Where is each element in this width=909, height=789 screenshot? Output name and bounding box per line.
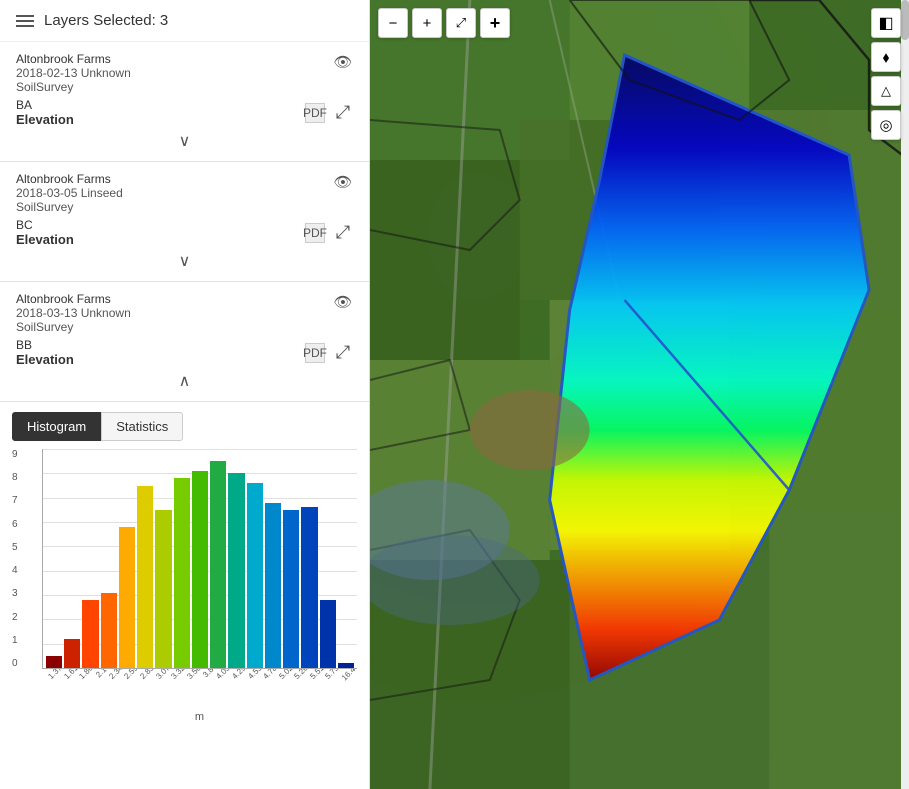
layer-stack-button[interactable]: ⬧ (871, 42, 901, 72)
add-button[interactable]: + (480, 8, 510, 38)
y-label-4: 4 (12, 565, 18, 576)
y-label-6: 6 (12, 519, 18, 530)
layer-label-1: Elevation (16, 112, 74, 127)
bar-13[interactable] (283, 510, 299, 668)
bar-8[interactable] (192, 471, 208, 668)
field-id-3: BB (16, 338, 74, 352)
bar-3[interactable] (101, 593, 117, 668)
field-id-1: BA (16, 98, 74, 112)
y-label-7: 7 (12, 495, 18, 506)
statistics-tab[interactable]: Statistics (101, 412, 183, 441)
y-label-5: 5 (12, 542, 18, 553)
x-axis-unit: m (42, 711, 357, 727)
farm-name-2: Altonbrook Farms (16, 172, 123, 186)
bar-4[interactable] (119, 527, 135, 668)
map-controls-right: ◧ ⬧ △ ◎ (871, 8, 901, 140)
farm-name-3: Altonbrook Farms (16, 292, 131, 306)
layer-date-1: 2018-02-13 Unknown (16, 66, 131, 80)
bar-7[interactable] (174, 478, 190, 668)
fullscreen-button[interactable]: ⤢ (446, 8, 476, 38)
left-panel: Layers Selected: 3 Altonbrook Farms 2018… (0, 0, 370, 789)
zoom-out-button[interactable]: − (378, 8, 408, 38)
expand-icon-2[interactable]: ⤢ (333, 223, 353, 243)
panel-header: Layers Selected: 3 (0, 0, 369, 42)
layer-label-2: Elevation (16, 232, 74, 247)
chevron-down-icon-2[interactable]: ∨ (179, 251, 191, 271)
y-label-8: 8 (12, 472, 18, 483)
bar-9[interactable] (210, 461, 226, 668)
map-panel: − + ⤢ + ◧ ⬧ △ ◎ (370, 0, 909, 789)
y-label-1: 1 (12, 635, 18, 646)
layer-survey-3: SoilSurvey (16, 320, 131, 334)
layer-date-2: 2018-03-05 Linseed (16, 186, 123, 200)
pdf-icon-2[interactable]: PDF (305, 223, 325, 243)
layers-button[interactable]: ◧ (871, 8, 901, 38)
field-id-2: BC (16, 218, 74, 232)
y-label-2: 2 (12, 612, 18, 623)
visibility-icon-2[interactable]: 👁 (333, 172, 353, 192)
scroll-bar (901, 0, 909, 789)
bar-0[interactable] (46, 656, 62, 668)
bar-14[interactable] (301, 507, 317, 668)
zoom-in-button[interactable]: + (412, 8, 442, 38)
elevation-button[interactable]: △ (871, 76, 901, 106)
bar-11[interactable] (247, 483, 263, 668)
layer-survey-1: SoilSurvey (16, 80, 131, 94)
location-button[interactable]: ◎ (871, 110, 901, 140)
bar-2[interactable] (82, 600, 98, 668)
farm-name-1: Altonbrook Farms (16, 52, 131, 66)
histogram-area: 0 1 2 3 4 5 6 7 8 9 1.371.611.862.12.342… (0, 441, 369, 789)
y-label-9: 9 (12, 449, 18, 460)
bar-5[interactable] (137, 486, 153, 669)
bar-10[interactable] (228, 473, 244, 668)
bar-1[interactable] (64, 639, 80, 668)
layer-label-3: Elevation (16, 352, 74, 367)
bar-6[interactable] (155, 510, 171, 668)
pdf-icon-1[interactable]: PDF (305, 103, 325, 123)
visibility-icon-3[interactable]: 👁 (333, 292, 353, 312)
layer-item-2: Altonbrook Farms 2018-03-05 Linseed Soil… (0, 162, 369, 282)
scroll-thumb[interactable] (901, 0, 909, 40)
map-controls-top: − + ⤢ + (378, 8, 510, 38)
expand-icon-1[interactable]: ⤢ (333, 103, 353, 123)
layer-item-3: Altonbrook Farms 2018-03-13 Unknown Soil… (0, 282, 369, 402)
layer-item-1: Altonbrook Farms 2018-02-13 Unknown Soil… (0, 42, 369, 162)
histogram-tab[interactable]: Histogram (12, 412, 101, 441)
bar-15[interactable] (320, 600, 336, 668)
layer-survey-2: SoilSurvey (16, 200, 123, 214)
y-label-0: 0 (12, 658, 18, 669)
histogram-chart (42, 449, 357, 669)
layer-date-3: 2018-03-13 Unknown (16, 306, 131, 320)
chevron-down-icon-1[interactable]: ∨ (179, 131, 191, 151)
visibility-icon-1[interactable]: 👁 (333, 52, 353, 72)
map-field-overlay (370, 0, 909, 789)
chart-tabs: Histogram Statistics (0, 402, 369, 441)
x-axis-labels: 1.371.611.862.12.342.592.833.073.323.563… (42, 669, 357, 707)
bar-16[interactable] (338, 663, 354, 668)
y-label-3: 3 (12, 588, 18, 599)
pdf-icon-3[interactable]: PDF (305, 343, 325, 363)
expand-icon-3[interactable]: ⤢ (333, 343, 353, 363)
chevron-up-icon-3[interactable]: ∧ (179, 371, 191, 391)
bar-12[interactable] (265, 503, 281, 668)
panel-title: Layers Selected: 3 (44, 12, 168, 29)
menu-icon[interactable] (16, 15, 34, 27)
